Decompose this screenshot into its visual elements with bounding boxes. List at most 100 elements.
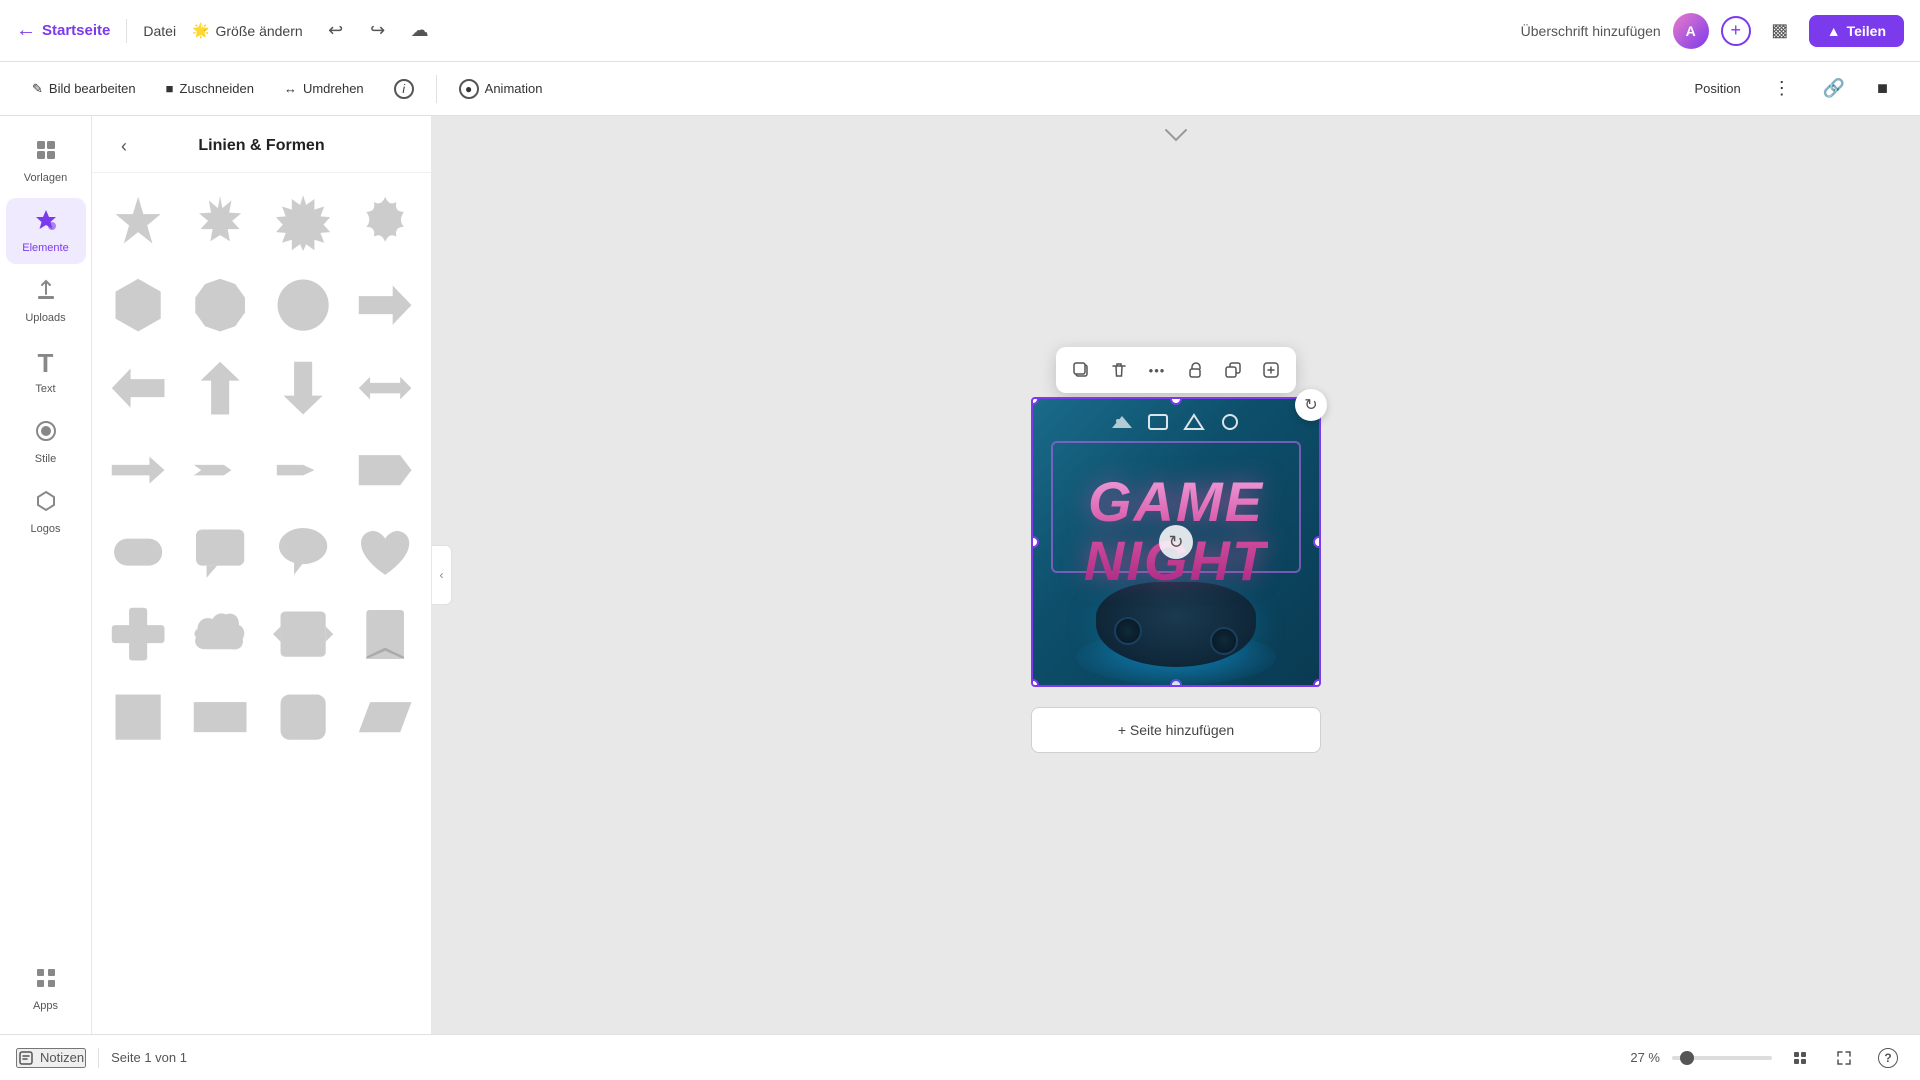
sidebar-label-logos: Logos bbox=[31, 523, 61, 535]
text-icon: T bbox=[38, 348, 54, 379]
fullscreen-icon bbox=[1836, 1050, 1852, 1066]
canvas-area: ‹ bbox=[432, 116, 1920, 1034]
shape-arrow-up[interactable] bbox=[182, 350, 258, 426]
float-more-button[interactable]: ••• bbox=[1140, 353, 1174, 387]
apps-icon bbox=[34, 966, 58, 996]
add-collaborator-button[interactable]: + bbox=[1721, 16, 1751, 46]
toolbar-right: Position ⋮ 🔗 ■ bbox=[1682, 72, 1900, 105]
page-grid-button[interactable] bbox=[1784, 1042, 1816, 1074]
undo-button[interactable]: ↩ bbox=[319, 14, 353, 48]
sidebar-item-apps[interactable]: Apps bbox=[6, 956, 86, 1022]
redo-button[interactable]: ↪ bbox=[361, 14, 395, 48]
collapse-arrow[interactable] bbox=[1164, 128, 1188, 147]
notes-icon bbox=[18, 1050, 34, 1066]
nav-right: Überschrift hinzufügen A + ▩ ▲ Teilen bbox=[1521, 13, 1904, 49]
animation-button[interactable]: ● Animation bbox=[447, 73, 555, 105]
elemente-icon bbox=[34, 208, 58, 238]
design-card-inner: GAME NIGHT bbox=[1033, 399, 1319, 685]
status-separator bbox=[98, 1048, 99, 1068]
home-link[interactable]: ← Startseite bbox=[16, 19, 110, 42]
sidebar-item-elemente[interactable]: Elemente bbox=[6, 198, 86, 264]
page-grid-icon bbox=[1792, 1050, 1808, 1066]
float-lock-button[interactable] bbox=[1178, 353, 1212, 387]
headline-add-label[interactable]: Überschrift hinzufügen bbox=[1521, 23, 1661, 39]
rotate-handle[interactable]: ↻ bbox=[1295, 389, 1327, 421]
panel-title: Linien & Formen bbox=[198, 137, 324, 155]
float-duplicate-button[interactable] bbox=[1216, 353, 1250, 387]
cloud-save-button[interactable]: ☁ bbox=[403, 14, 437, 48]
shape-ribbon[interactable] bbox=[347, 596, 423, 672]
sidebar-label-vorlagen: Vorlagen bbox=[24, 172, 67, 184]
help-button[interactable]: ? bbox=[1872, 1042, 1904, 1074]
shape-circle[interactable] bbox=[265, 267, 341, 343]
center-rotate-handle[interactable]: ↻ bbox=[1159, 525, 1193, 559]
sidebar-label-apps: Apps bbox=[33, 1000, 58, 1012]
avatar: A bbox=[1673, 13, 1709, 49]
shape-decagon[interactable] bbox=[182, 267, 258, 343]
shape-cloud[interactable] bbox=[182, 596, 258, 672]
hide-panel-button[interactable]: ‹ bbox=[432, 545, 452, 605]
shape-square[interactable] bbox=[100, 679, 176, 755]
shape-rect-wide[interactable] bbox=[182, 679, 258, 755]
align-button[interactable]: ⋮ bbox=[1761, 72, 1803, 105]
shape-arrow-right[interactable] bbox=[347, 267, 423, 343]
shape-burst-wavy[interactable] bbox=[347, 185, 423, 261]
navbar: ← Startseite Datei 🌟 Größe ändern ↩ ↪ ☁ … bbox=[0, 0, 1920, 62]
sidebar-item-logos[interactable]: Logos bbox=[6, 479, 86, 545]
share-button[interactable]: ▲ Teilen bbox=[1809, 15, 1904, 47]
shape-hexagon[interactable] bbox=[100, 267, 176, 343]
shape-rect-rounded-sm[interactable] bbox=[265, 679, 341, 755]
shape-arrow-left[interactable] bbox=[100, 350, 176, 426]
main-content: Vorlagen Elemente Uplo bbox=[0, 116, 1920, 1034]
shape-arrow-down[interactable] bbox=[265, 350, 341, 426]
edit-image-button[interactable]: ✎ Bild bearbeiten bbox=[20, 75, 148, 103]
sidebar-label-stile: Stile bbox=[35, 453, 56, 465]
shape-arrow-double[interactable] bbox=[347, 350, 423, 426]
shape-star-10[interactable] bbox=[100, 185, 176, 261]
canvas-wrapper: ••• bbox=[1031, 397, 1321, 753]
sidebar-item-uploads[interactable]: Uploads bbox=[6, 268, 86, 334]
shape-speech-bubble-round[interactable] bbox=[265, 514, 341, 590]
design-card[interactable]: GAME NIGHT bbox=[1031, 397, 1321, 687]
more-options-button[interactable]: ■ bbox=[1865, 72, 1900, 105]
animation-icon: ● bbox=[459, 79, 479, 99]
link-button[interactable]: 🔗 bbox=[1811, 72, 1857, 105]
shape-badge-rect[interactable] bbox=[265, 596, 341, 672]
crop-button[interactable]: ■ Zuschneiden bbox=[154, 75, 266, 102]
info-button[interactable]: i bbox=[382, 73, 426, 105]
position-button[interactable]: Position bbox=[1682, 75, 1752, 102]
shape-arrow-right-thin[interactable] bbox=[100, 432, 176, 508]
selection-handle-mr[interactable] bbox=[1313, 536, 1321, 548]
sidebar: Vorlagen Elemente Uplo bbox=[0, 116, 92, 1034]
shape-cross[interactable] bbox=[100, 596, 176, 672]
home-label: Startseite bbox=[42, 22, 110, 39]
selection-handle-br[interactable] bbox=[1313, 679, 1321, 687]
shape-speech-bubble-rect[interactable] bbox=[182, 514, 258, 590]
shape-heart[interactable] bbox=[347, 514, 423, 590]
shape-parallelogram[interactable] bbox=[347, 679, 423, 755]
float-add-button[interactable] bbox=[1254, 353, 1288, 387]
uploads-icon bbox=[34, 278, 58, 308]
float-copy-button[interactable] bbox=[1064, 353, 1098, 387]
add-page-button[interactable]: + Seite hinzufügen bbox=[1031, 707, 1321, 753]
panel-back-button[interactable]: ‹ bbox=[108, 130, 140, 162]
zoom-slider[interactable] bbox=[1672, 1056, 1772, 1060]
info-icon: i bbox=[394, 79, 414, 99]
sidebar-item-vorlagen[interactable]: Vorlagen bbox=[6, 128, 86, 194]
shape-badge-burst[interactable] bbox=[265, 185, 341, 261]
fullscreen-button[interactable] bbox=[1828, 1042, 1860, 1074]
shape-arrow-chevron[interactable] bbox=[182, 432, 258, 508]
stats-button[interactable]: ▩ bbox=[1763, 14, 1797, 48]
float-delete-button[interactable] bbox=[1102, 353, 1136, 387]
notes-button[interactable]: Notizen bbox=[16, 1048, 86, 1068]
sidebar-item-text[interactable]: T Text bbox=[6, 338, 86, 405]
shape-rounded-rect[interactable] bbox=[100, 514, 176, 590]
sidebar-item-stile[interactable]: Stile bbox=[6, 409, 86, 475]
shape-pentagon[interactable] bbox=[265, 432, 341, 508]
groesse-btn[interactable]: 🌟 Größe ändern bbox=[192, 22, 303, 39]
flip-button[interactable]: ↔ Umdrehen bbox=[272, 75, 376, 102]
shape-starburst-12[interactable] bbox=[182, 185, 258, 261]
shape-tag[interactable] bbox=[347, 432, 423, 508]
datei-menu[interactable]: Datei bbox=[143, 23, 176, 39]
panel-body bbox=[92, 173, 431, 1034]
